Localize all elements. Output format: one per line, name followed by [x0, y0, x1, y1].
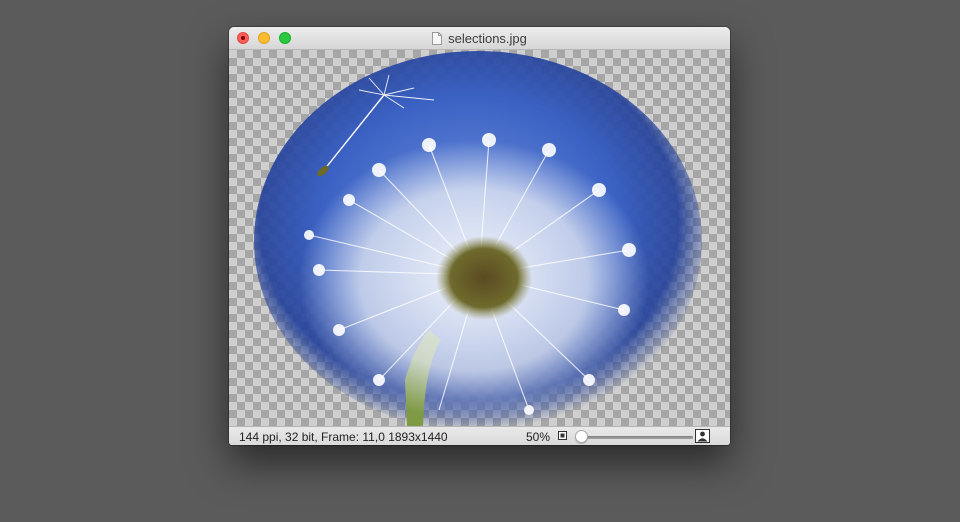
preview-window: selections.jpg 144 ppi, 32 bit, Frame: 1… [229, 27, 730, 445]
document-icon[interactable] [432, 31, 443, 45]
zoom-slider-thumb[interactable] [575, 430, 588, 443]
zoom-level: 50% [526, 430, 551, 444]
image-info: 144 ppi, 32 bit, Frame: 11,0 1893x1440 [239, 430, 448, 444]
title-bar[interactable]: selections.jpg [229, 27, 730, 50]
zoom-slider-track[interactable] [579, 436, 693, 439]
large-image-icon[interactable] [695, 429, 710, 443]
status-bar: 144 ppi, 32 bit, Frame: 11,0 1893x1440 5… [229, 426, 730, 445]
dandelion-photo [254, 51, 702, 426]
window-title: selections.jpg [448, 30, 527, 46]
small-image-icon[interactable] [558, 431, 567, 440]
window-title-group: selections.jpg [229, 30, 730, 46]
zoom-slider[interactable] [575, 430, 693, 444]
image-canvas[interactable] [229, 50, 730, 426]
